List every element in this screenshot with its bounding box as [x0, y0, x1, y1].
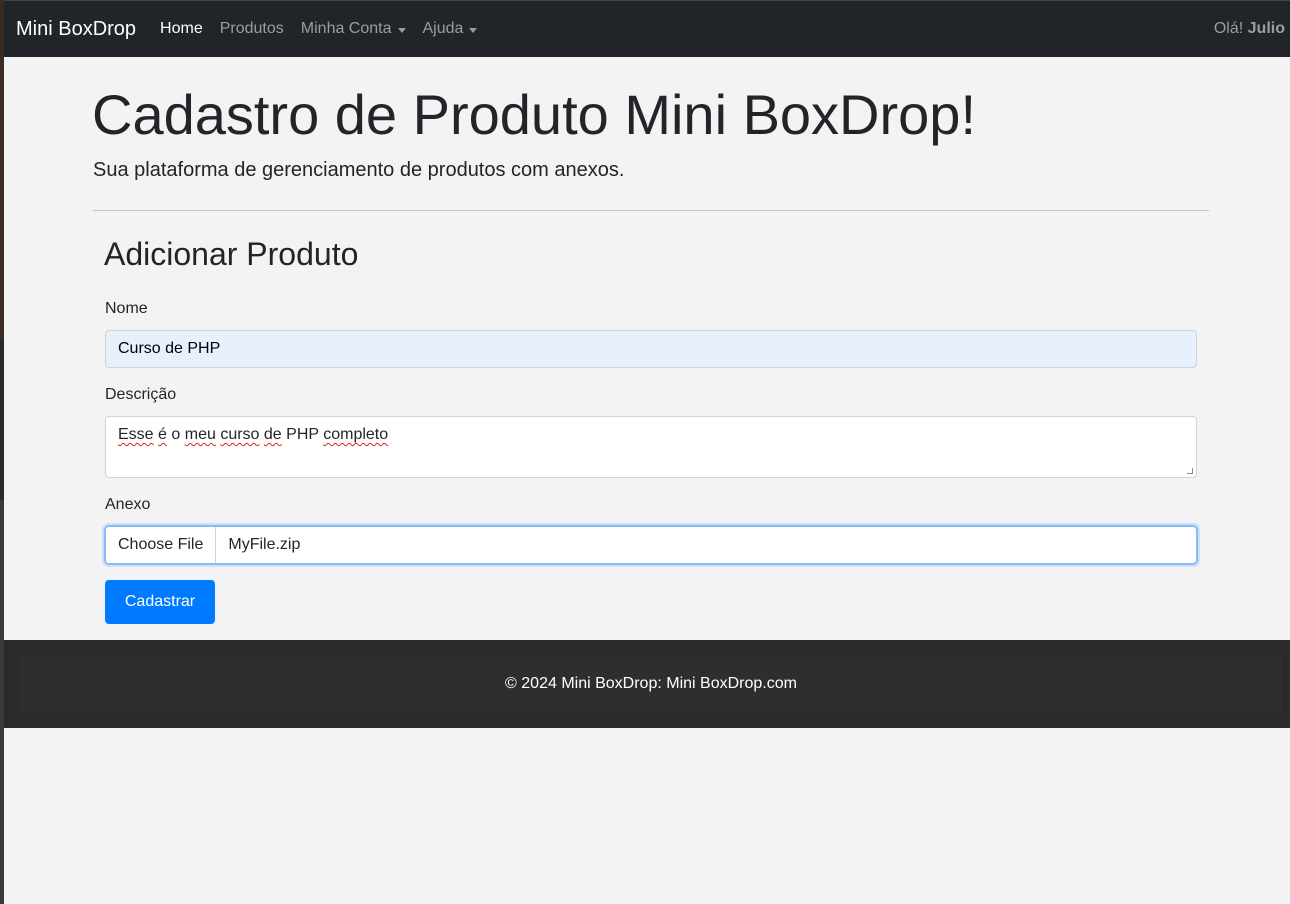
description-word: completo — [323, 426, 389, 443]
nav-item-produtos-label: Produtos — [219, 20, 284, 37]
choose-file-button[interactable]: Choose File — [106, 527, 217, 563]
nav-item-home-label: Home — [160, 20, 203, 37]
attachment-label: Anexo — [105, 496, 151, 513]
description-word: Esse — [118, 426, 154, 443]
file-name: MyFile.zip — [228, 536, 301, 553]
name-input-value: Curso de PHP — [118, 340, 221, 357]
caret-down-icon — [397, 27, 406, 33]
description-textarea[interactable]: Esse é o meu curso de PHP completo — [105, 416, 1197, 478]
description-word: é — [158, 426, 167, 443]
divider — [93, 210, 1209, 211]
navbar-brand[interactable]: Mini BoxDrop — [16, 18, 136, 41]
user-greeting: Olá! Julio — [1214, 20, 1285, 38]
description-word: meu — [184, 426, 216, 443]
resize-handle-icon[interactable] — [1187, 468, 1193, 474]
name-label: Nome — [105, 300, 148, 317]
nav-item-minha-conta-label: Minha Conta — [300, 20, 392, 37]
footer: © 2024 Mini BoxDrop: Mini BoxDrop.com — [4, 640, 1290, 728]
description-word: curso — [220, 426, 260, 443]
page-title: Cadastro de Produto Mini BoxDrop! — [92, 83, 976, 146]
footer-inner: © 2024 Mini BoxDrop: Mini BoxDrop.com — [20, 656, 1282, 712]
nav-item-minha-conta[interactable]: Minha Conta — [301, 20, 406, 38]
page-subtitle: Sua plataforma de gerenciamento de produ… — [93, 159, 625, 181]
submit-button[interactable]: Cadastrar — [105, 580, 215, 624]
top-navbar: Mini BoxDrop Home Produtos Minha Conta A… — [4, 0, 1290, 57]
form-title: Adicionar Produto — [104, 236, 359, 272]
caret-down-icon — [469, 27, 478, 33]
description-word: de — [263, 426, 282, 443]
footer-text: © 2024 Mini BoxDrop: Mini BoxDrop.com — [505, 675, 797, 692]
description-label: Descrição — [105, 386, 177, 403]
user-name: Julio — [1247, 20, 1285, 37]
nav-item-ajuda-label: Ajuda — [422, 20, 464, 37]
window-edge — [0, 0, 4, 904]
description-word: o — [171, 426, 181, 443]
file-input[interactable]: Choose File MyFile.zip — [104, 525, 1198, 565]
nav-item-ajuda[interactable]: Ajuda — [423, 20, 478, 38]
name-input[interactable]: Curso de PHP — [105, 330, 1197, 368]
nav-item-produtos[interactable]: Produtos — [220, 20, 284, 38]
description-word: PHP — [286, 426, 319, 443]
greeting-prefix: Olá! — [1213, 20, 1244, 37]
nav-item-home[interactable]: Home — [160, 20, 203, 38]
